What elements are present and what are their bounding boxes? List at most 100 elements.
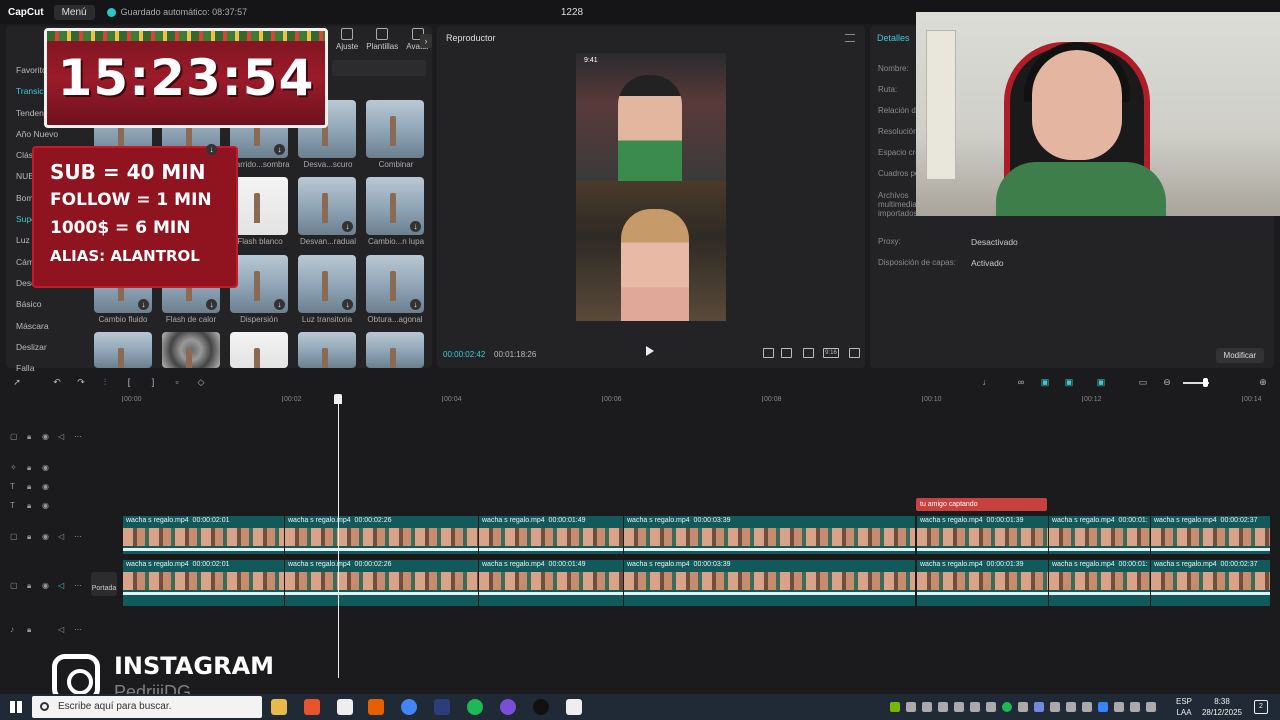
eye-icon[interactable]: ◉ [42,532,49,541]
chrome-icon[interactable] [401,699,417,715]
more-icon[interactable]: ⋯ [74,581,82,590]
tab-templates[interactable]: Plantillas [366,28,398,51]
main-video-clip[interactable]: wacha s regalo.mp4 00:00:01:39 [916,560,1048,606]
download-icon[interactable]: ↓ [138,299,149,310]
lock-icon[interactable]: 🔒︎ [27,432,31,442]
video-clip[interactable]: wacha s regalo.mp4 00:00:02:26 [284,516,478,554]
category-item[interactable]: Básico [12,294,82,315]
category-item[interactable]: Deslizar [12,337,82,358]
fullscreen-icon[interactable] [849,348,860,358]
app-icon[interactable] [500,699,516,715]
spotify-icon[interactable] [467,699,483,715]
redo-icon[interactable]: ↷ [76,377,86,387]
main-video-clip[interactable]: wacha s regalo.mp4 00:00:01:49 [478,560,623,606]
zoom-in-icon[interactable]: ⊕ [1258,377,1268,387]
main-video-clip[interactable]: wacha s regalo.mp4 00:00:02:37 [1150,560,1270,606]
main-video-clip[interactable]: wacha s regalo.mp4 00:00:01: [1048,560,1150,606]
zoom-slider-handle[interactable] [1203,378,1208,387]
notification-icon[interactable]: 2 [1254,700,1268,714]
download-icon[interactable]: ↓ [342,221,353,232]
download-icon[interactable]: ↓ [206,299,217,310]
modify-button[interactable]: Modificar [1215,348,1264,363]
proxy-value[interactable]: Desactivado [971,237,1018,247]
taskbar-search[interactable]: Escribe aquí para buscar. [32,696,262,718]
download-icon[interactable]: ↓ [274,299,285,310]
transition-thumb[interactable]: ↓ [230,255,288,313]
more-icon[interactable]: ⋯ [74,432,82,441]
lock-icon[interactable]: 🔒︎ [27,482,31,492]
eye-icon[interactable]: ◉ [42,432,49,441]
transition-thumb[interactable] [366,100,424,158]
lock-icon[interactable]: 🔒︎ [27,501,31,511]
eye-icon[interactable]: ◉ [42,463,49,472]
menu-icon[interactable] [845,34,855,42]
transition-thumb[interactable] [94,332,152,368]
transition-thumb[interactable] [230,177,288,235]
chevron-right-icon[interactable]: › [420,34,432,48]
fit-icon[interactable] [803,348,814,358]
nvidia-icon[interactable] [890,702,900,712]
video-clip[interactable]: wacha s regalo.mp4 00:00:02:37 [1150,516,1270,554]
time-ruler[interactable]: 00:00 00:02 00:04 00:06 00:08 00:10 00:1… [120,394,1280,408]
layers-value[interactable]: Activado [971,258,1004,268]
spotify-tray-icon[interactable] [1002,702,1012,712]
cover-button[interactable]: Portada [91,572,117,596]
video-clip[interactable]: wacha s regalo.mp4 00:00:01: [1048,516,1150,554]
le-app-icon[interactable] [434,699,450,715]
speaker-icon[interactable]: ◁ [58,581,64,590]
select-icon[interactable]: ➚ [12,377,22,387]
lock-icon[interactable]: 🔒︎ [27,532,31,542]
search-input[interactable] [332,60,426,76]
eye-icon[interactable]: ◉ [42,482,49,491]
lock-icon[interactable]: 🔒︎ [27,625,31,635]
video-preview[interactable]: 9:41 [576,53,726,321]
category-item[interactable]: Máscara [12,316,82,337]
microphone-icon[interactable]: ♩ [982,377,992,387]
playhead[interactable] [338,398,339,678]
capcut-active-icon[interactable] [566,699,582,715]
brave-icon[interactable] [304,699,320,715]
speaker-icon[interactable]: ◁ [58,625,64,634]
tray-icon[interactable] [1082,702,1092,712]
trim-right-icon[interactable]: ] [148,377,158,387]
download-icon[interactable]: ↓ [206,144,217,155]
shield-icon[interactable]: ◇ [196,377,206,387]
transition-thumb[interactable]: ↓ [366,255,424,313]
transition-thumb[interactable]: ↓ [298,177,356,235]
delete-icon[interactable]: ▫ [172,377,182,387]
menu-button[interactable]: Menú [53,4,95,20]
obs-icon[interactable] [533,699,549,715]
tray-icon[interactable] [986,702,996,712]
snap-icon[interactable]: ▣ [1062,377,1076,387]
network-icon[interactable] [1130,702,1140,712]
link-icon[interactable]: ∞ [1014,377,1028,387]
tray-icon[interactable] [906,702,916,712]
quality-icon[interactable] [781,348,792,358]
firefox-icon[interactable] [368,699,384,715]
windows-start-icon[interactable] [10,701,22,713]
download-icon[interactable]: ↓ [274,144,285,155]
volume-icon[interactable] [1146,702,1156,712]
main-video-clip[interactable]: wacha s regalo.mp4 00:00:02:26 [284,560,478,606]
split-icon[interactable]: ⫶ [100,377,110,387]
magnet-icon[interactable]: ▣ [1038,377,1052,387]
trim-left-icon[interactable]: [ [124,377,134,387]
video-clip[interactable]: wacha s regalo.mp4 00:00:02:01 [122,516,284,554]
discord-icon[interactable] [1034,702,1044,712]
video-clip[interactable]: wacha s regalo.mp4 00:00:01:49 [478,516,623,554]
speaker-icon[interactable]: ◁ [58,432,64,441]
more-icon[interactable]: ⋯ [74,625,82,634]
snapshot-icon[interactable] [763,348,774,358]
eye-icon[interactable]: ◉ [42,581,49,590]
eye-icon[interactable]: ◉ [42,501,49,510]
play-icon[interactable] [646,346,654,356]
transition-thumb[interactable]: ↓ [366,177,424,235]
steam-icon[interactable] [1066,702,1076,712]
undo-icon[interactable]: ↶ [52,377,62,387]
more-icon[interactable]: ⋯ [74,532,82,541]
capcut-icon[interactable] [337,699,353,715]
transition-thumb[interactable] [298,332,356,368]
transition-thumb[interactable]: ↓ [298,255,356,313]
clock[interactable]: 8:38 28/12/2025 [1200,696,1244,718]
video-clip[interactable]: wacha s regalo.mp4 00:00:01:39 [916,516,1048,554]
